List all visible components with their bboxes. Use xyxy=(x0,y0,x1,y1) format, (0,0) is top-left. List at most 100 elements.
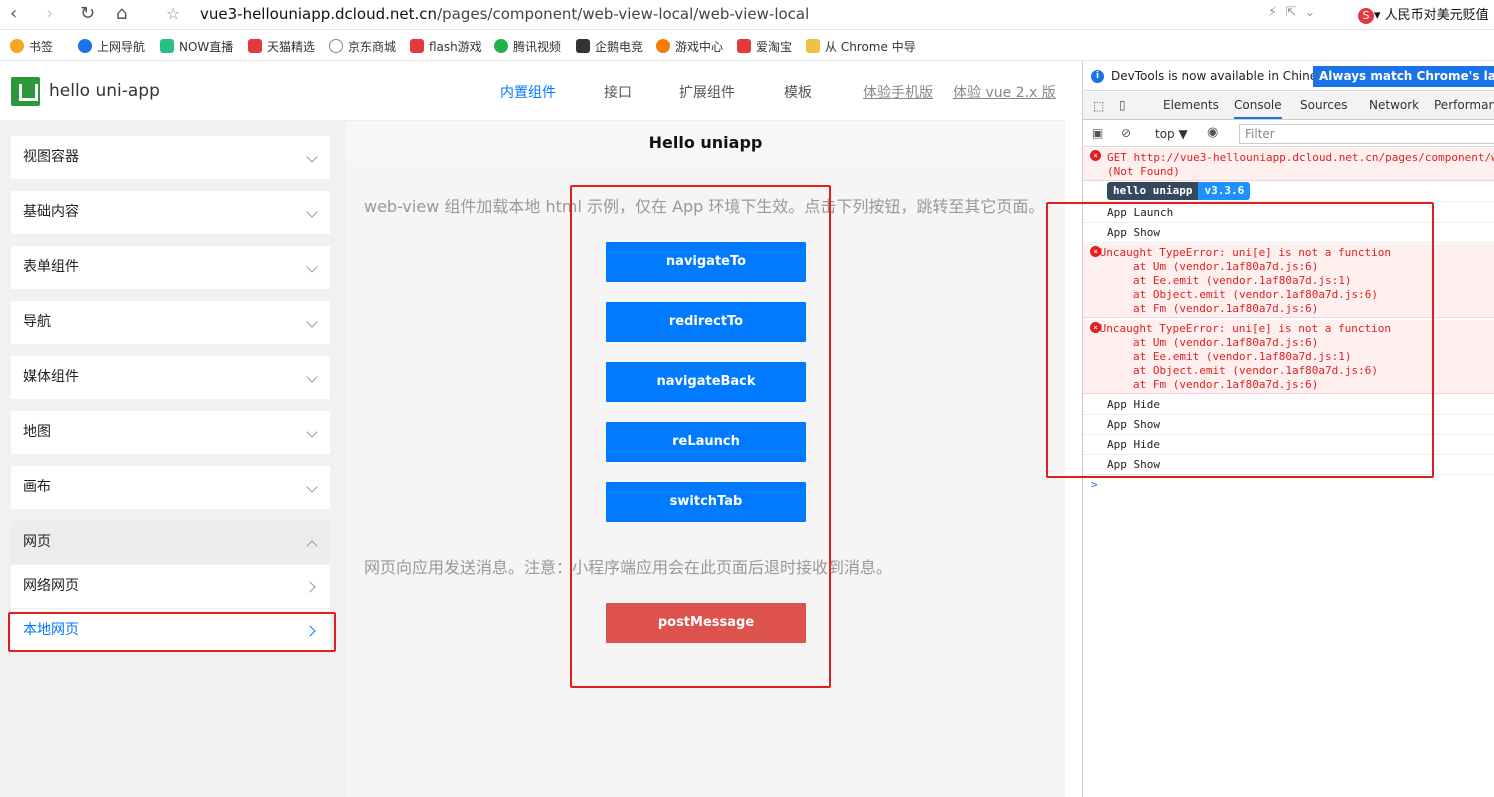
star-icon[interactable]: ☆ xyxy=(166,4,180,24)
nav-mobile-version[interactable]: 体验手机版 xyxy=(863,82,933,102)
device-toolbar-icon[interactable]: ▯ xyxy=(1119,98,1126,112)
extension-text: 人民币对美元贬值 xyxy=(1384,8,1489,23)
devtools-panel: i DevTools is now available in Chinese! … xyxy=(1046,61,1494,797)
bookmark-item[interactable]: 游戏中心 xyxy=(656,38,723,55)
tab-sources[interactable]: Sources xyxy=(1300,98,1347,112)
devtools-info-bar: i DevTools is now available in Chinese! … xyxy=(1083,61,1494,91)
tab-console[interactable]: Console xyxy=(1234,98,1282,119)
uniapp-logo-icon xyxy=(11,77,40,106)
sidebar-item-label: 导航 xyxy=(23,314,51,330)
sidebar-toggle-icon[interactable]: ▣ xyxy=(1092,126,1103,140)
globe-icon xyxy=(329,39,343,53)
bookmarks-bar: 书签 上网导航 NOW直播 天猫精选 京东商城 flash游戏 腾讯视频 企鹅电… xyxy=(0,31,1494,61)
bookmark-label: 爱淘宝 xyxy=(756,40,793,54)
bookmark-item[interactable]: 上网导航 xyxy=(78,38,145,55)
tmall-icon xyxy=(248,39,262,53)
sidebar-item-view-container[interactable]: 视图容器 xyxy=(11,136,330,179)
bookmark-label: 京东商城 xyxy=(348,40,397,54)
sidebar-subitem-network-webpage[interactable]: 网络网页 xyxy=(11,565,330,608)
get-line[interactable]: GET http://vue3-hellouniapp.dcloud.net.c… xyxy=(1107,151,1494,165)
nav-vue2-version[interactable]: 体验 vue 2.x 版 xyxy=(953,82,1056,102)
match-language-button[interactable]: Always match Chrome's language xyxy=(1313,66,1494,87)
clear-console-icon[interactable]: ⊘ xyxy=(1121,126,1131,140)
tencent-video-icon xyxy=(494,39,508,53)
console-badge-line: hello uniapp v3.3.6 xyxy=(1083,182,1494,202)
bookmark-item[interactable]: 天猫精选 xyxy=(248,38,315,55)
url-host: vue3-hellouniapp.dcloud.net.cn xyxy=(200,5,438,23)
nav-extension-components[interactable]: 扩展组件 xyxy=(679,82,735,102)
error-icon: × xyxy=(1090,150,1101,161)
bookmark-label: 游戏中心 xyxy=(675,40,724,54)
bookmark-label: 腾讯视频 xyxy=(513,40,562,54)
extension-search[interactable]: S ▾ 人民币对美元贬值 xyxy=(1358,4,1494,24)
bookmark-label: 企鹅电竞 xyxy=(595,40,644,54)
info-icon: i xyxy=(1091,70,1104,83)
highlight-box xyxy=(570,185,831,688)
sogou-icon: S xyxy=(1358,7,1374,24)
sidebar-item-webpage[interactable]: 网页 xyxy=(11,521,330,564)
tab-performance[interactable]: Performance xyxy=(1434,98,1494,112)
taobao-icon xyxy=(737,39,751,53)
sidebar-item-map[interactable]: 地图 xyxy=(11,411,330,454)
bookmark-item[interactable]: NOW直播 xyxy=(160,38,233,55)
app-header: hello uni-app 内置组件 接口 扩展组件 模板 体验手机版 体验 v… xyxy=(0,61,1065,121)
devtools-tabs: ⬚ ▯ Elements Console Sources Network Per… xyxy=(1083,92,1494,120)
app-title: hello uni-app xyxy=(49,81,160,101)
sidebar-item-label: 视图容器 xyxy=(23,149,79,165)
sidebar-item-media[interactable]: 媒体组件 xyxy=(11,356,330,399)
bookmark-item[interactable]: 书签 xyxy=(10,38,53,55)
nav-builtin-components[interactable]: 内置组件 xyxy=(500,82,556,102)
sidebar-item-canvas[interactable]: 画布 xyxy=(11,466,330,509)
sidebar-item-label: 网络网页 xyxy=(23,578,79,594)
chevron-down-icon xyxy=(306,151,318,163)
info-text: DevTools is now available in Chinese! xyxy=(1111,69,1336,83)
home-icon[interactable]: ⌂ xyxy=(116,4,127,24)
forward-icon[interactable]: › xyxy=(46,4,53,24)
sidebar-item-basic-content[interactable]: 基础内容 xyxy=(11,191,330,234)
nav-templates[interactable]: 模板 xyxy=(784,82,812,102)
chevron-down-icon xyxy=(306,481,318,493)
bookmark-label: 从 Chrome 中导 xyxy=(825,40,916,54)
tab-network[interactable]: Network xyxy=(1369,98,1419,112)
context-select[interactable]: top ▼ xyxy=(1155,127,1188,141)
filter-input[interactable]: Filter xyxy=(1239,124,1494,144)
console-prompt[interactable]: > xyxy=(1083,475,1494,495)
page-title: Hello uniapp xyxy=(346,121,1065,165)
bookmark-label: NOW直播 xyxy=(179,40,234,54)
back-icon[interactable]: ‹ xyxy=(10,4,17,24)
sidebar-item-navigation[interactable]: 导航 xyxy=(11,301,330,344)
chevron-right-icon xyxy=(304,581,316,593)
sidebar-item-label: 表单组件 xyxy=(23,259,79,275)
bookmark-item[interactable]: 爱淘宝 xyxy=(737,38,792,55)
bookmark-item[interactable]: flash游戏 xyxy=(410,38,482,55)
address-bar[interactable]: vue3-hellouniapp.dcloud.net.cn/pages/com… xyxy=(200,5,809,23)
chevron-down-icon xyxy=(306,261,318,273)
sidebar-item-label: 媒体组件 xyxy=(23,369,79,385)
chevron-down-icon xyxy=(306,426,318,438)
nav-api[interactable]: 接口 xyxy=(604,82,632,102)
tab-elements[interactable]: Elements xyxy=(1163,98,1219,112)
bookmark-item[interactable]: 腾讯视频 xyxy=(494,38,561,55)
sidebar-item-form-components[interactable]: 表单组件 xyxy=(11,246,330,289)
flash-icon xyxy=(410,39,424,53)
gamepad-icon xyxy=(656,39,670,53)
bookmark-label: 书签 xyxy=(29,40,54,54)
penguin-icon xyxy=(576,39,590,53)
bookmark-item[interactable]: 京东商城 xyxy=(329,38,396,55)
sidebar-item-label: 基础内容 xyxy=(23,204,79,220)
chevron-up-icon xyxy=(306,540,318,552)
toolbar-icons[interactable]: ⚡ ⇱ ⌄ xyxy=(1268,5,1315,20)
badge-name: hello uniapp xyxy=(1107,182,1199,200)
bookmark-item[interactable]: 从 Chrome 中导 xyxy=(806,38,916,55)
sidebar-item-label: 地图 xyxy=(23,424,51,440)
main-content: Hello uniapp web-view 组件加载本地 html 示例，仅在 … xyxy=(346,121,1065,797)
console-toolbar: ▣ ⊘ top ▼ ◉ Filter xyxy=(1083,121,1494,147)
chevron-down-icon xyxy=(306,316,318,328)
reload-icon[interactable]: ↻ xyxy=(80,4,95,24)
chevron-down-icon xyxy=(306,206,318,218)
eye-icon[interactable]: ◉ xyxy=(1207,125,1218,140)
bookmark-label: flash游戏 xyxy=(429,40,482,54)
bookmark-item[interactable]: 企鹅电竞 xyxy=(576,38,643,55)
inspect-icon[interactable]: ⬚ xyxy=(1093,99,1104,113)
now-icon xyxy=(160,39,174,53)
